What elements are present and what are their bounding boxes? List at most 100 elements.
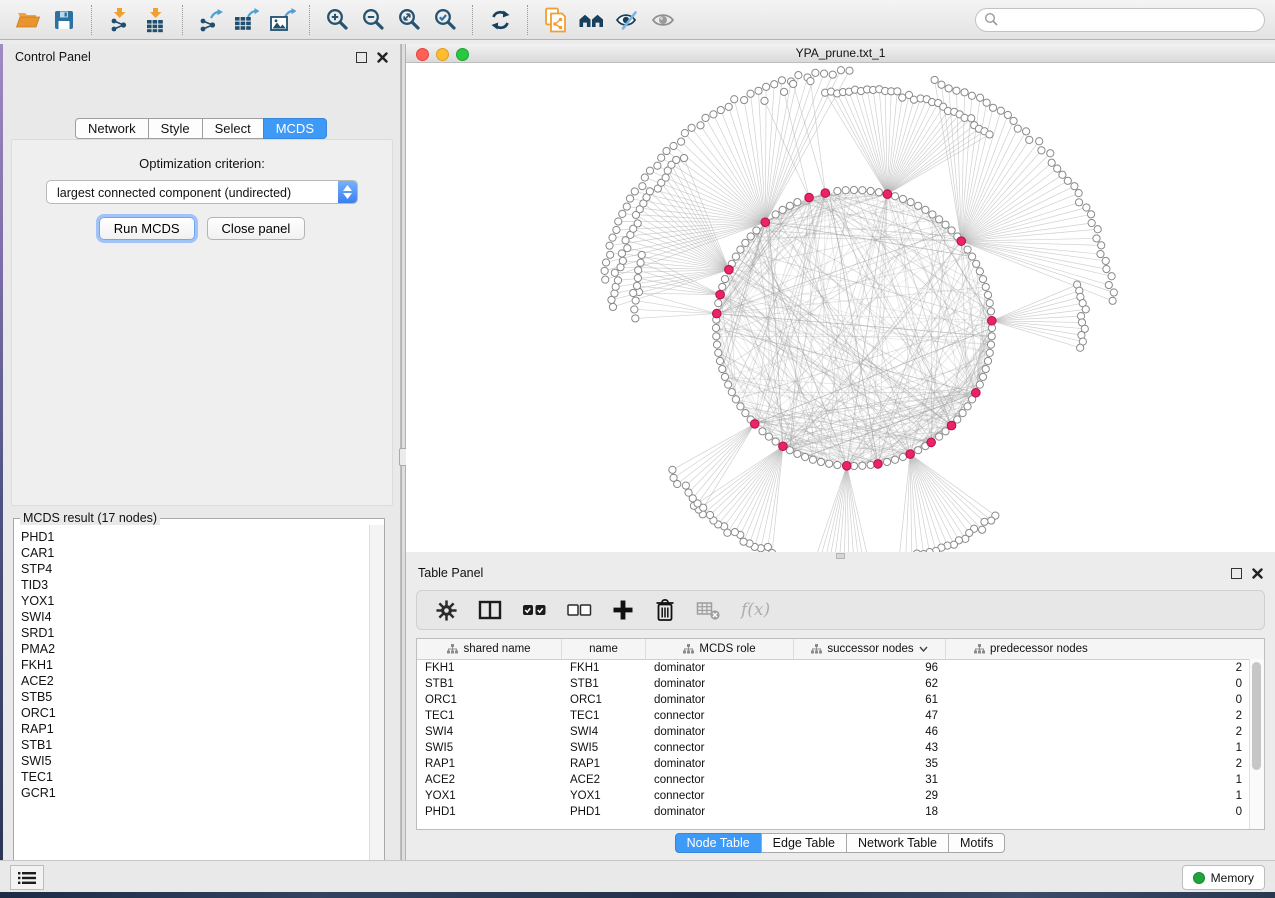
- table-row[interactable]: SWI5SWI5connector431: [417, 740, 1264, 756]
- network-title: YPA_prune.txt_1: [796, 46, 886, 60]
- add-column-icon[interactable]: [612, 599, 634, 621]
- delete-column-icon[interactable]: [654, 598, 676, 622]
- network-canvas[interactable]: [406, 63, 1275, 552]
- column-header-MCDS-role[interactable]: MCDS role: [646, 639, 794, 659]
- clone-network-icon[interactable]: [537, 4, 573, 36]
- zoom-out-icon[interactable]: [355, 4, 391, 36]
- zoom-window-icon[interactable]: [456, 48, 469, 61]
- mcds-result-item[interactable]: SWI5: [21, 753, 370, 769]
- mcds-result-item[interactable]: PMA2: [21, 641, 370, 657]
- tab-style[interactable]: Style: [148, 118, 203, 139]
- delete-table-icon[interactable]: [696, 599, 721, 621]
- table-panel-tabs: Node TableEdge TableNetwork TableMotifs: [406, 833, 1275, 853]
- optimization-criterion-select[interactable]: largest connected component (undirected): [46, 180, 358, 204]
- memory-button[interactable]: Memory: [1182, 865, 1265, 890]
- toolbar-separator: [91, 5, 92, 35]
- close-panel-icon[interactable]: [1252, 568, 1263, 579]
- close-panel-icon[interactable]: [377, 52, 388, 63]
- dropdown-stepper-icon: [338, 181, 357, 203]
- result-list-scrollbar[interactable]: [369, 525, 384, 882]
- mcds-result-item[interactable]: TEC1: [21, 769, 370, 785]
- deselect-all-rows-icon[interactable]: [567, 603, 592, 617]
- mcds-result-item[interactable]: SWI4: [21, 609, 370, 625]
- table-row[interactable]: FKH1FKH1dominator962: [417, 660, 1264, 676]
- apply-preferred-layout-icon[interactable]: [482, 4, 518, 36]
- mcds-result-item[interactable]: GCR1: [21, 785, 370, 801]
- table-cell: RAP1: [562, 758, 646, 770]
- network-graph[interactable]: [406, 63, 1275, 552]
- tab-mcds[interactable]: MCDS: [263, 118, 327, 139]
- mcds-result-item[interactable]: CAR1: [21, 545, 370, 561]
- show-all-icon[interactable]: [645, 4, 681, 36]
- table-cell: SWI5: [562, 742, 646, 754]
- export-network-icon[interactable]: [192, 4, 228, 36]
- mcds-result-list[interactable]: PHD1CAR1STP4TID3YOX1SWI4SRD1PMA2FKH1ACE2…: [14, 525, 370, 882]
- close-window-icon[interactable]: [416, 48, 429, 61]
- tab-network-table[interactable]: Network Table: [846, 833, 949, 853]
- column-header-successor-nodes[interactable]: successor nodes: [794, 639, 946, 659]
- tab-edge-table[interactable]: Edge Table: [761, 833, 847, 853]
- import-network-icon[interactable]: [101, 4, 137, 36]
- mcds-result-item[interactable]: STB1: [21, 737, 370, 753]
- mcds-result-item[interactable]: RAP1: [21, 721, 370, 737]
- task-history-button[interactable]: [10, 865, 44, 890]
- mcds-result-item[interactable]: FKH1: [21, 657, 370, 673]
- table-cell: connector: [646, 790, 794, 802]
- mcds-result-item[interactable]: SRD1: [21, 625, 370, 641]
- hide-selected-icon[interactable]: [609, 4, 645, 36]
- table-row[interactable]: TEC1TEC1connector472: [417, 708, 1264, 724]
- run-mcds-button[interactable]: Run MCDS: [99, 217, 195, 240]
- float-panel-icon[interactable]: [356, 52, 367, 63]
- mcds-result-item[interactable]: PHD1: [21, 529, 370, 545]
- horizontal-splitter-grip[interactable]: [836, 553, 845, 559]
- tab-node-table[interactable]: Node Table: [675, 833, 762, 853]
- export-image-icon[interactable]: [264, 4, 300, 36]
- float-panel-icon[interactable]: [1231, 568, 1242, 579]
- search-box[interactable]: [975, 8, 1265, 32]
- tab-select[interactable]: Select: [202, 118, 264, 139]
- zoom-fit-icon[interactable]: [391, 4, 427, 36]
- column-header-name[interactable]: name: [562, 639, 646, 659]
- table-row[interactable]: YOX1YOX1connector291: [417, 788, 1264, 804]
- show-column-icon[interactable]: [478, 600, 502, 620]
- table-row[interactable]: SWI4SWI4dominator462: [417, 724, 1264, 740]
- table-scrollbar-thumb[interactable]: [1252, 662, 1261, 770]
- mcds-result-item[interactable]: ORC1: [21, 705, 370, 721]
- minimize-window-icon[interactable]: [436, 48, 449, 61]
- table-row[interactable]: ORC1ORC1dominator610: [417, 692, 1264, 708]
- table-row[interactable]: RAP1RAP1dominator352: [417, 756, 1264, 772]
- column-header-predecessor-nodes[interactable]: predecessor nodes: [946, 639, 1264, 659]
- node-table[interactable]: shared namenameMCDS rolesuccessor nodesp…: [416, 638, 1265, 830]
- network-titlebar[interactable]: YPA_prune.txt_1: [406, 44, 1275, 63]
- mcds-result-item[interactable]: YOX1: [21, 593, 370, 609]
- zoom-in-icon[interactable]: [319, 4, 355, 36]
- column-header-shared-name[interactable]: shared name: [417, 639, 562, 659]
- mcds-result-item[interactable]: TID3: [21, 577, 370, 593]
- zoom-selected-icon[interactable]: [427, 4, 463, 36]
- tab-motifs[interactable]: Motifs: [948, 833, 1005, 853]
- table-header-row[interactable]: shared namenameMCDS rolesuccessor nodesp…: [417, 639, 1264, 660]
- table-row[interactable]: ACE2ACE2connector311: [417, 772, 1264, 788]
- table-mode-gear-icon[interactable]: [435, 599, 458, 622]
- desktop-wallpaper-edge: [0, 892, 1275, 898]
- select-all-rows-icon[interactable]: [522, 603, 547, 617]
- first-neighbors-icon[interactable]: [573, 4, 609, 36]
- table-scrollbar[interactable]: [1249, 659, 1264, 829]
- function-builder-icon[interactable]: f(x): [741, 600, 770, 620]
- save-session-icon[interactable]: [46, 4, 82, 36]
- open-file-icon[interactable]: [10, 4, 46, 36]
- mcds-result-title: MCDS result (17 nodes): [20, 511, 160, 525]
- mcds-result-item[interactable]: STP4: [21, 561, 370, 577]
- mcds-result-item[interactable]: ACE2: [21, 673, 370, 689]
- table-row[interactable]: STB1STB1dominator620: [417, 676, 1264, 692]
- import-table-icon[interactable]: [137, 4, 173, 36]
- tab-network[interactable]: Network: [75, 118, 149, 139]
- table-panel-title: Table Panel: [418, 566, 483, 580]
- search-input[interactable]: [999, 12, 1256, 28]
- table-row[interactable]: PHD1PHD1dominator180: [417, 804, 1264, 820]
- export-table-icon[interactable]: [228, 4, 264, 36]
- close-panel-button[interactable]: Close panel: [207, 217, 306, 240]
- column-type-icon: [447, 644, 458, 654]
- mcds-result-item[interactable]: STB5: [21, 689, 370, 705]
- table-cell: 1: [946, 774, 1264, 786]
